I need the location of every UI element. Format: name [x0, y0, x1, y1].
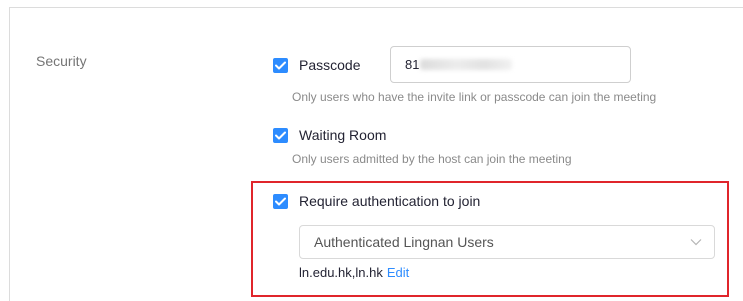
waiting-room-label: Waiting Room [299, 127, 387, 143]
require-authentication-checkbox[interactable] [273, 194, 288, 209]
require-authentication-label: Require authentication to join [299, 193, 481, 209]
passcode-redacted [420, 59, 513, 70]
waiting-room-checkbox[interactable] [273, 128, 288, 143]
passcode-hint: Only users who have the invite link or p… [292, 90, 657, 104]
waiting-room-hint: Only users admitted by the host can join… [292, 152, 572, 166]
chevron-down-icon [690, 239, 702, 246]
edit-domains-link[interactable]: Edit [387, 265, 409, 280]
passcode-checkbox[interactable] [273, 58, 288, 73]
passcode-label: Passcode [299, 57, 361, 73]
section-label: Security [36, 53, 87, 69]
authentication-select[interactable]: Authenticated Lingnan Users [299, 225, 715, 259]
passcode-input[interactable]: 81 [390, 46, 631, 83]
checkmark-icon [275, 131, 286, 140]
checkmark-icon [275, 197, 286, 206]
authentication-domains: ln.edu.hk,ln.hk Edit [299, 265, 409, 280]
domains-text: ln.edu.hk,ln.hk [299, 265, 383, 280]
checkmark-icon [275, 61, 286, 70]
authentication-select-value: Authenticated Lingnan Users [314, 234, 494, 250]
passcode-value: 81 [405, 57, 420, 72]
